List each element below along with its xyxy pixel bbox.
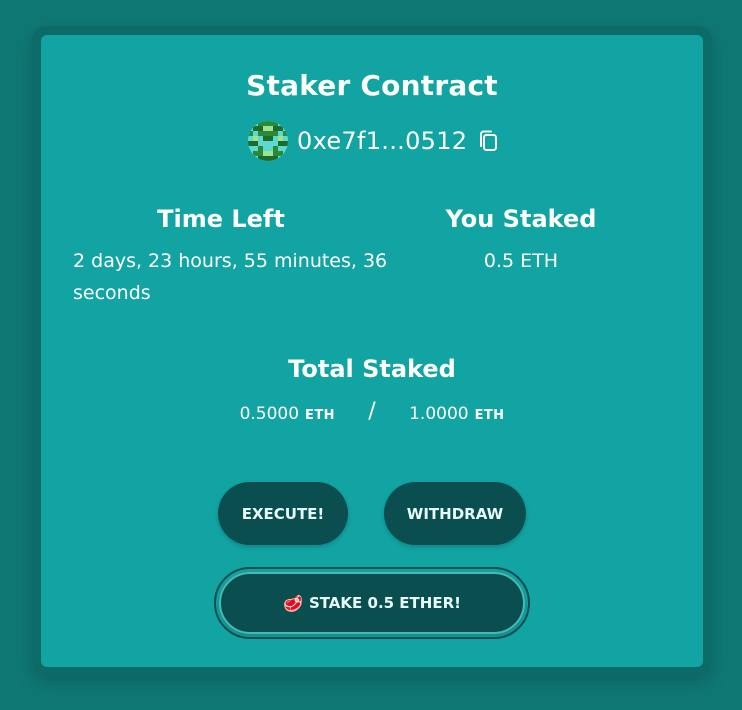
total-staked-progress: 0.5000 ETH / 1.0000 ETH <box>41 399 703 424</box>
you-staked-heading: You Staked <box>445 205 597 233</box>
copy-icon[interactable] <box>477 129 499 153</box>
contract-title: Staker Contract <box>246 69 498 102</box>
total-staked-threshold: 1.0000 <box>409 404 469 424</box>
execute-button[interactable]: EXECUTE! <box>218 482 348 545</box>
total-staked-current: 0.5000 <box>239 404 300 424</box>
time-left-heading: Time Left <box>157 205 285 233</box>
steak-icon: 🥩 <box>283 593 303 613</box>
withdraw-button[interactable]: WITHDRAW <box>384 482 526 545</box>
stake-button-label: STAKE 0.5 ETHER! <box>308 594 461 612</box>
total-staked-threshold-unit: ETH <box>474 408 505 423</box>
total-staked-current-unit: ETH <box>305 408 335 423</box>
contract-address: 0xe7f1...0512 <box>248 121 499 161</box>
staker-card: Staker Contract 0xe7f1...0512 Time Left … <box>41 35 703 667</box>
you-staked-value: 0.5 ETH <box>483 250 559 272</box>
address-text: 0xe7f1...0512 <box>297 127 468 155</box>
total-staked-heading: Total Staked <box>288 355 456 383</box>
stake-button[interactable]: 🥩 STAKE 0.5 ETHER! <box>219 572 525 634</box>
total-staked-separator: / <box>368 399 376 424</box>
blockie-avatar <box>248 121 288 161</box>
time-left-value: 2 days, 23 hours, 55 minutes, 36 seconds <box>73 250 388 304</box>
stake-button-ring: 🥩 STAKE 0.5 ETHER! <box>214 567 530 639</box>
